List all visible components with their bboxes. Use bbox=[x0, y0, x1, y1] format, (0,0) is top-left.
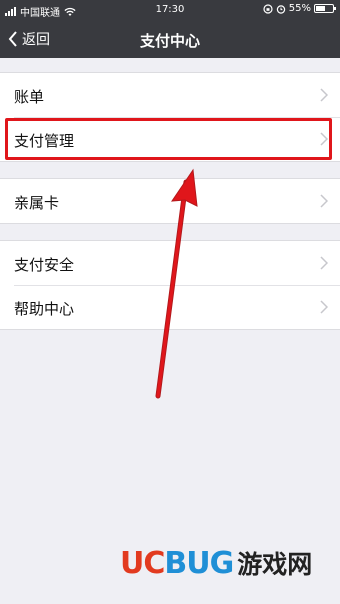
page-title: 支付中心 bbox=[139, 32, 200, 50]
menu-item-payment-management[interactable]: 支付管理 bbox=[0, 117, 340, 161]
menu-item-label: 支付安全 bbox=[14, 256, 75, 274]
menu-group-2: 亲属卡 bbox=[0, 178, 340, 224]
status-bar: 中国联通 17:30 55% bbox=[0, 0, 340, 20]
chevron-right-icon bbox=[320, 88, 328, 102]
menu-item-family-card[interactable]: 亲属卡 bbox=[0, 179, 340, 223]
watermark-logo: UC BUG 游戏网 bbox=[120, 545, 312, 581]
menu-group-3: 支付安全 帮助中心 bbox=[0, 240, 340, 330]
menu-group-1: 账单 支付管理 bbox=[0, 72, 340, 162]
menu-item-label: 账单 bbox=[14, 88, 45, 106]
watermark-uc: UC bbox=[120, 545, 165, 581]
chevron-right-icon bbox=[320, 256, 328, 270]
menu-item-payment-security[interactable]: 支付安全 bbox=[0, 241, 340, 285]
chevron-right-icon bbox=[320, 194, 328, 208]
menu-item-help-center[interactable]: 帮助中心 bbox=[0, 285, 340, 329]
menu-item-bill[interactable]: 账单 bbox=[0, 73, 340, 117]
lock-rotation-icon bbox=[263, 3, 273, 14]
battery-icon bbox=[314, 4, 336, 13]
watermark-bug: BUG bbox=[164, 545, 234, 581]
watermark-site: 游戏网 bbox=[237, 550, 313, 579]
chevron-right-icon bbox=[320, 132, 328, 146]
menu-item-label: 亲属卡 bbox=[14, 194, 60, 212]
battery-percent: 55% bbox=[288, 3, 311, 14]
alarm-icon bbox=[276, 4, 285, 14]
menu-item-label: 支付管理 bbox=[14, 132, 75, 150]
menu-item-label: 帮助中心 bbox=[14, 300, 75, 318]
navigation-bar: 返回 支付中心 bbox=[0, 20, 340, 58]
chevron-right-icon bbox=[320, 300, 328, 314]
